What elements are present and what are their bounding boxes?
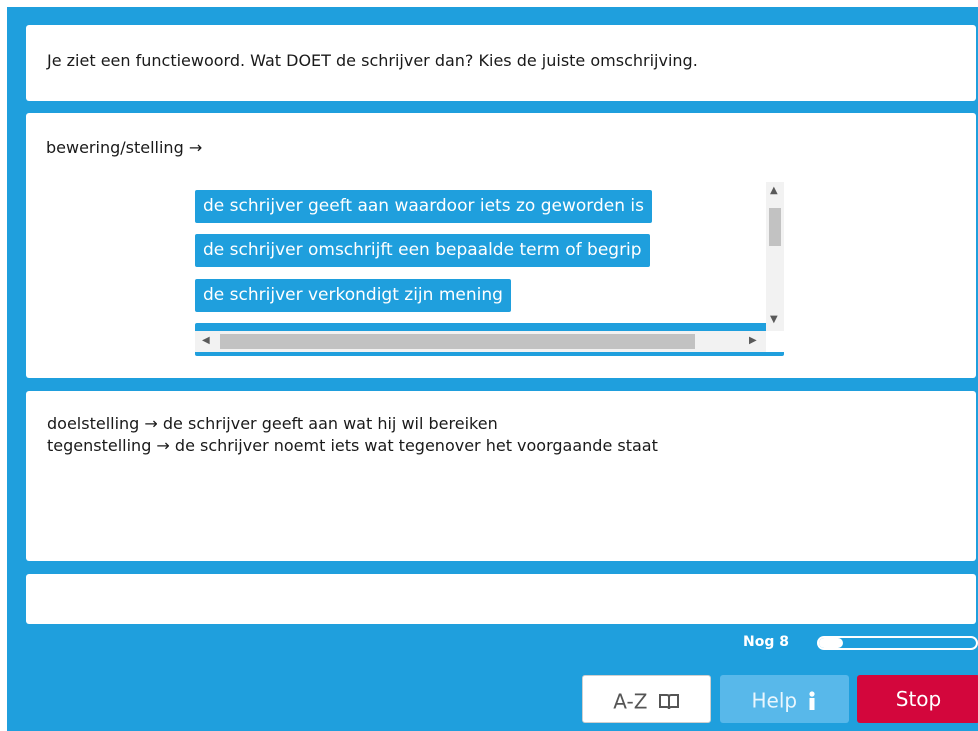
answered-list: doelstelling → de schrijver geeft aan wa… [47,413,658,457]
horizontal-scrollbar[interactable]: ◀ ▶ [195,331,766,352]
progress-fill [819,638,843,648]
vertical-scrollbar[interactable]: ▲ ▼ [766,182,784,331]
horizontal-scroll-thumb[interactable] [220,334,695,349]
exercise-frame: Je ziet een functiewoord. Wat DOET de sc… [7,7,978,731]
answered-item-1: doelstelling → de schrijver geeft aan wa… [47,414,498,433]
scroll-up-icon[interactable]: ▲ [770,186,778,196]
question-panel: bewering/stelling → de schrijver geeft a… [26,113,976,378]
stop-button[interactable]: Stop [857,675,978,723]
az-button[interactable]: A-Z [582,675,711,723]
scrollbar-corner [766,331,784,352]
option-3[interactable]: de schrijver verkondigt zijn mening [195,279,511,312]
answered-item-2: tegenstelling → de schrijver noemt iets … [47,436,658,455]
options-listbox[interactable]: de schrijver geeft aan waardoor iets zo … [195,182,797,358]
question-term: bewering/stelling → [46,138,203,157]
instruction-text: Je ziet een functiewoord. Wat DOET de sc… [47,51,698,70]
option-1[interactable]: de schrijver geeft aan waardoor iets zo … [195,190,652,223]
scroll-left-icon[interactable]: ◀ [202,336,210,346]
scroll-down-icon[interactable]: ▼ [770,315,778,325]
help-button[interactable]: Help [720,675,849,723]
scroll-right-icon[interactable]: ▶ [749,336,757,346]
vertical-scroll-thumb[interactable] [769,208,781,246]
answered-panel: doelstelling → de schrijver geeft aan wa… [26,391,976,561]
help-label: Help [751,688,798,713]
book-icon [658,693,679,709]
option-2[interactable]: de schrijver omschrijft een bepaalde ter… [195,234,650,267]
az-label: A-Z [613,689,648,714]
info-icon [809,690,816,710]
answer-area [26,574,976,624]
progress-bar [817,636,978,650]
instruction-panel: Je ziet een functiewoord. Wat DOET de sc… [26,25,976,101]
progress-label: Nog 8 [743,634,789,650]
